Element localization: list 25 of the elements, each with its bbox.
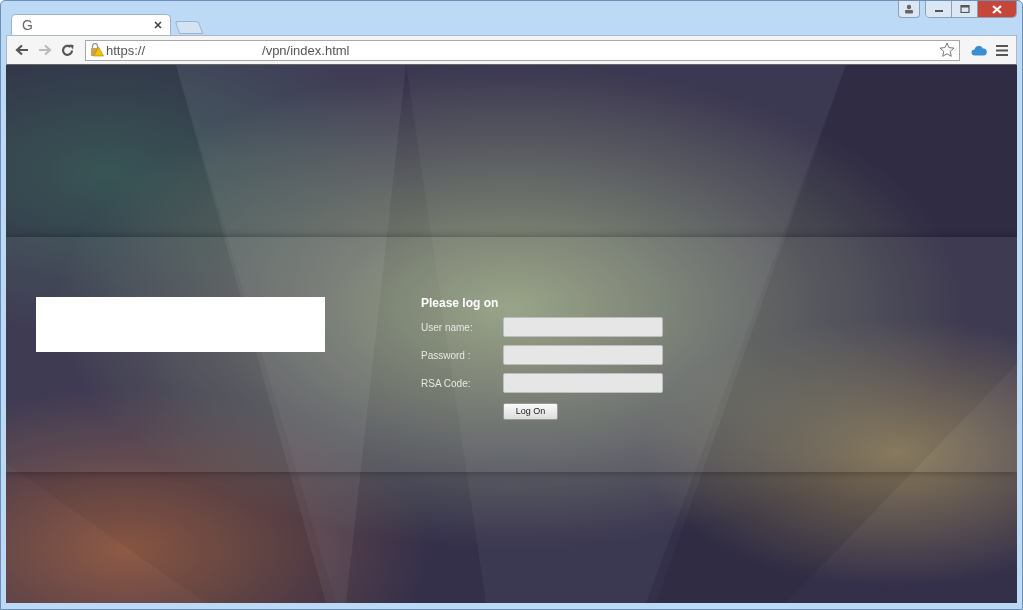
field-label: Password :	[421, 349, 472, 361]
url-path: /vpn/index.html	[262, 42, 350, 58]
close-tab-icon[interactable]	[154, 21, 162, 29]
close-button[interactable]	[978, 1, 1016, 17]
cloud-icon[interactable]	[971, 44, 987, 56]
input-field[interactable]	[503, 317, 663, 337]
form-heading: Please log on	[421, 296, 500, 310]
close-icon	[991, 4, 1003, 14]
star-icon[interactable]	[939, 42, 955, 58]
browser-tab[interactable]: G	[11, 14, 171, 35]
input-field[interactable]	[503, 373, 663, 393]
reload-icon[interactable]	[61, 43, 74, 57]
menu-icon[interactable]	[996, 44, 1008, 56]
field-label: User name:	[421, 321, 474, 333]
warning-lock-icon	[90, 43, 104, 57]
person-icon	[904, 4, 914, 14]
address-bar[interactable]: https:// /vpn/index.html	[85, 39, 960, 61]
field-label: RSA Code:	[421, 377, 472, 389]
input-field[interactable]	[503, 345, 663, 365]
back-icon[interactable]	[15, 44, 29, 56]
minimize-button[interactable]	[926, 1, 952, 17]
url-scheme: https://	[106, 42, 146, 58]
maximize-icon	[959, 5, 970, 13]
maximize-button[interactable]	[952, 1, 978, 17]
profile-button[interactable]	[898, 1, 920, 18]
